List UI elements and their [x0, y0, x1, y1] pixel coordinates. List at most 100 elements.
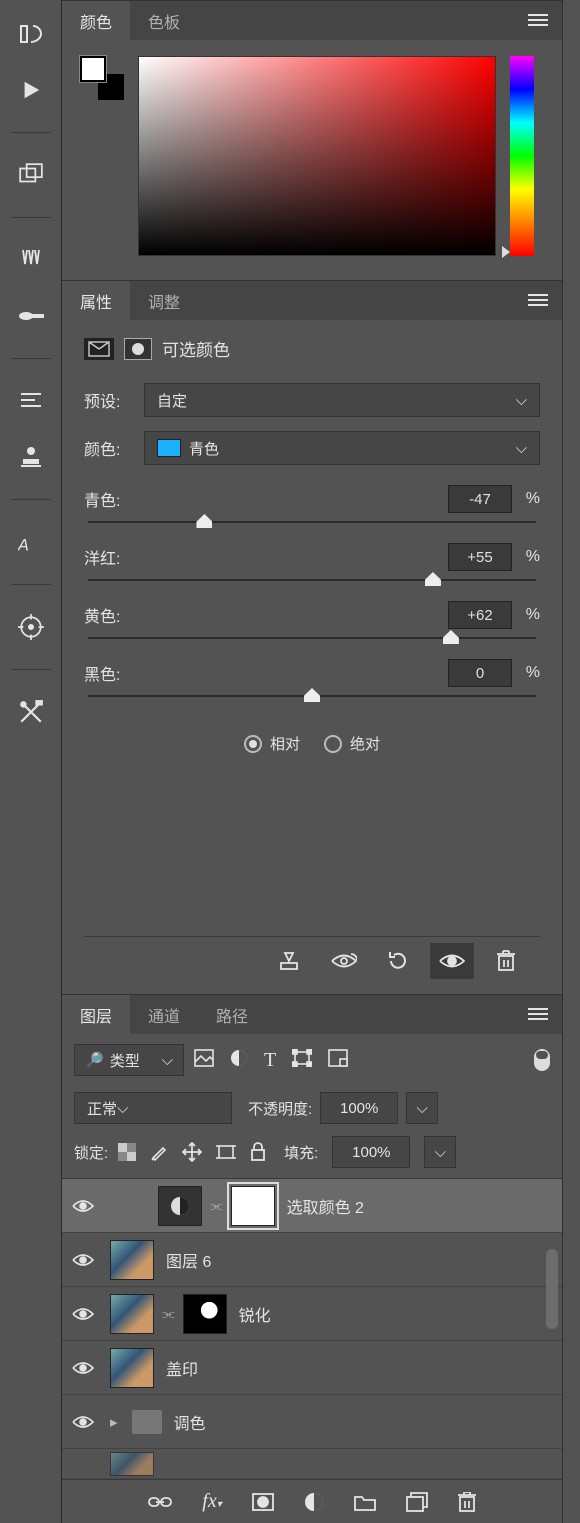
visibility-icon[interactable] — [62, 1252, 104, 1268]
reset-button[interactable] — [376, 943, 420, 979]
view-previous-button[interactable] — [322, 943, 366, 979]
slider-thumb[interactable] — [425, 572, 441, 586]
hue-pointer[interactable] — [502, 246, 510, 258]
brushes-icon[interactable] — [17, 246, 45, 274]
fill-label: 填充: — [284, 1142, 318, 1163]
filter-adjustment-icon[interactable] — [230, 1049, 248, 1072]
layer-thumb — [110, 1348, 154, 1388]
visibility-icon[interactable] — [62, 1414, 104, 1430]
layer-row[interactable]: 图层 6 — [62, 1233, 562, 1287]
visibility-icon[interactable] — [62, 1360, 104, 1376]
preset-dropdown[interactable]: 自定 ⌵ — [144, 383, 540, 417]
history-icon[interactable] — [17, 20, 45, 48]
layer-row[interactable] — [62, 1449, 562, 1479]
panel-menu-icon[interactable] — [528, 293, 548, 307]
hue-slider[interactable] — [510, 56, 534, 256]
filter-smartobject-icon[interactable] — [328, 1049, 348, 1072]
slider-thumb[interactable] — [443, 630, 459, 644]
color-field-picker[interactable] — [138, 56, 496, 256]
lock-transparency-icon[interactable] — [118, 1143, 136, 1161]
foreground-color-swatch[interactable] — [80, 56, 106, 82]
black-slider[interactable] — [88, 695, 536, 697]
layer-row[interactable]: ▸ 调色 — [62, 1395, 562, 1449]
visibility-icon[interactable] — [62, 1306, 104, 1322]
foreground-background-swatch[interactable] — [80, 56, 124, 100]
lock-pixels-icon[interactable] — [150, 1143, 168, 1161]
visibility-icon[interactable] — [62, 1198, 104, 1214]
panel-menu-icon[interactable] — [528, 13, 548, 27]
layer-name[interactable]: 选取颜色 2 — [287, 1194, 364, 1218]
layer-mask-icon[interactable] — [124, 338, 152, 360]
opacity-input[interactable]: 100% — [320, 1092, 398, 1124]
lock-all-icon[interactable] — [250, 1142, 266, 1162]
mask-thumb[interactable] — [183, 1294, 227, 1334]
magenta-slider[interactable] — [88, 579, 536, 581]
black-label: 黑色: — [84, 661, 140, 685]
cyan-slider[interactable] — [88, 521, 536, 523]
cyan-input[interactable] — [448, 485, 512, 513]
lock-artboard-icon[interactable] — [216, 1143, 236, 1161]
link-icon[interactable]: ⫘ — [162, 1305, 175, 1322]
clip-to-layer-button[interactable] — [268, 943, 312, 979]
tools-cross-icon[interactable] — [17, 698, 45, 726]
filter-shape-icon[interactable] — [292, 1049, 312, 1072]
delete-adjustment-button[interactable] — [484, 943, 528, 979]
character-icon[interactable]: A — [17, 528, 45, 556]
panel-menu-icon[interactable] — [528, 1007, 548, 1021]
brush-preset-icon[interactable] — [17, 302, 45, 330]
tab-properties[interactable]: 属性 — [62, 281, 130, 320]
yellow-slider[interactable] — [88, 637, 536, 639]
tab-swatches[interactable]: 色板 — [130, 1, 198, 40]
blend-mode-dropdown[interactable]: 正常 ⌵ — [74, 1092, 232, 1124]
tab-color[interactable]: 颜色 — [62, 1, 130, 40]
slider-thumb[interactable] — [196, 514, 212, 528]
search-icon: 🔎 — [85, 1051, 104, 1069]
tab-adjustments[interactable]: 调整 — [130, 281, 198, 320]
filter-type-text-icon[interactable]: T — [264, 1049, 276, 1072]
fill-dropdown-button[interactable]: ⌵ — [424, 1136, 456, 1168]
toggle-visibility-button[interactable] — [430, 943, 474, 979]
adjustment-thumb — [158, 1186, 202, 1226]
mask-thumb[interactable] — [231, 1186, 275, 1226]
delete-layer-button[interactable] — [458, 1492, 476, 1512]
new-adjustment-button[interactable] — [304, 1492, 324, 1512]
paragraph-icon[interactable] — [17, 387, 45, 415]
link-layers-button[interactable] — [148, 1494, 172, 1510]
radio-absolute[interactable]: 绝对 — [324, 733, 380, 754]
color-target-dropdown[interactable]: 青色 ⌵ — [144, 431, 540, 465]
radio-relative[interactable]: 相对 — [244, 733, 300, 754]
slider-thumb[interactable] — [304, 688, 320, 702]
layer-name[interactable]: 锐化 — [239, 1302, 271, 1326]
play-icon[interactable] — [17, 76, 45, 104]
filter-toggle[interactable] — [534, 1049, 550, 1071]
percent-unit: % — [512, 548, 540, 566]
target-icon[interactable] — [17, 613, 45, 641]
yellow-input[interactable] — [448, 601, 512, 629]
lock-position-icon[interactable] — [182, 1142, 202, 1162]
fill-input[interactable]: 100% — [332, 1136, 410, 1168]
magenta-input[interactable] — [448, 543, 512, 571]
layer-row[interactable]: ⫘ 选取颜色 2 — [62, 1179, 562, 1233]
tab-paths[interactable]: 路径 — [198, 995, 266, 1034]
new-group-button[interactable] — [354, 1493, 376, 1511]
layer-name[interactable]: 图层 6 — [166, 1248, 211, 1272]
layer-name[interactable]: 盖印 — [166, 1356, 198, 1380]
tab-channels[interactable]: 通道 — [130, 995, 198, 1034]
percent-unit: % — [512, 606, 540, 624]
scrollbar-thumb[interactable] — [546, 1249, 558, 1329]
tab-layers[interactable]: 图层 — [62, 995, 130, 1034]
black-input[interactable] — [448, 659, 512, 687]
new-layer-button[interactable] — [406, 1492, 428, 1512]
filter-type-dropdown[interactable]: 🔎 类型 ⌵ — [74, 1044, 184, 1076]
stamp-icon[interactable] — [17, 443, 45, 471]
filter-pixel-icon[interactable] — [194, 1049, 214, 1072]
layer-row[interactable]: 盖印 — [62, 1341, 562, 1395]
expand-group-icon[interactable]: ▸ — [110, 1413, 118, 1431]
add-mask-button[interactable] — [252, 1493, 274, 1511]
opacity-dropdown-button[interactable]: ⌵ — [406, 1092, 438, 1124]
overlap-icon[interactable] — [17, 161, 45, 189]
layer-effects-button[interactable]: fx▾ — [202, 1490, 221, 1513]
layer-name[interactable]: 调色 — [174, 1410, 206, 1434]
link-icon[interactable]: ⫘ — [210, 1197, 223, 1214]
layer-row[interactable]: ⫘ 锐化 — [62, 1287, 562, 1341]
